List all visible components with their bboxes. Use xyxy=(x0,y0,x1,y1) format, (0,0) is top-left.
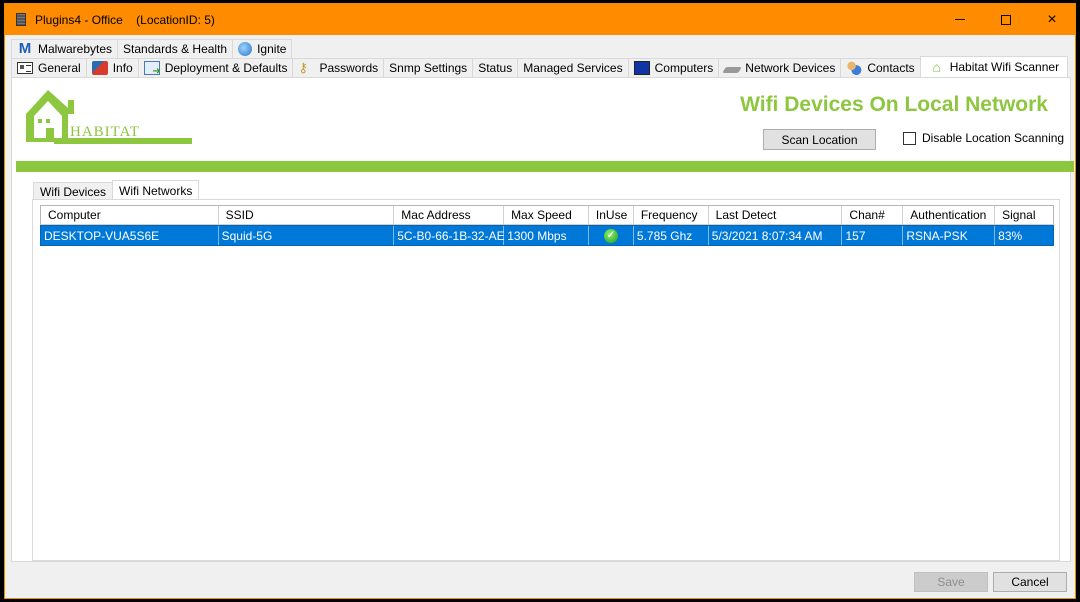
maximize-icon xyxy=(1001,14,1011,25)
tab-malwarebytes[interactable]: M Malwarebytes xyxy=(11,39,119,58)
tab-snmp-settings[interactable]: Snmp Settings xyxy=(383,58,474,77)
column-header-authentication[interactable]: Authentication xyxy=(903,206,996,224)
page-title: Wifi Devices On Local Network xyxy=(740,93,1048,116)
cell-ssid: Squid-5G xyxy=(219,226,395,245)
tab-label: Malwarebytes xyxy=(38,42,113,56)
tab-label: Status xyxy=(478,61,513,75)
tab-info[interactable]: Info xyxy=(85,58,139,77)
in-use-check-icon: ✓ xyxy=(603,228,618,243)
tab-habitat-wifi-scanner[interactable]: ⌂ Habitat Wifi Scanner xyxy=(919,56,1069,77)
tab-label: Computers xyxy=(654,61,714,75)
plugins-window: Plugins4 - Office (LocationID: 5) × M Ma… xyxy=(4,3,1076,599)
column-header-last-detect[interactable]: Last Detect xyxy=(709,206,843,224)
malwarebytes-icon: M xyxy=(18,40,32,57)
close-icon: × xyxy=(1047,10,1057,28)
tab-managed-services[interactable]: Managed Services xyxy=(517,58,629,77)
checkbox-label: Disable Location Scanning xyxy=(922,131,1065,145)
column-header-mac-address[interactable]: Mac Address xyxy=(394,206,505,224)
wifi-networks-panel: Computer SSID Mac Address Max Speed InUs… xyxy=(32,199,1060,561)
info-icon xyxy=(91,61,108,75)
wifi-networks-grid: Computer SSID Mac Address Max Speed InUs… xyxy=(40,205,1054,246)
contacts-icon xyxy=(846,61,863,75)
cell-authentication: RSNA-PSK xyxy=(903,226,996,245)
column-header-inuse[interactable]: InUse xyxy=(589,206,634,224)
tab-label: Standards & Health xyxy=(123,42,228,56)
tab-network-devices[interactable]: Network Devices xyxy=(718,58,842,77)
table-row[interactable]: DESKTOP-VUA5S6E Squid-5G 5C-B0-66-1B-32-… xyxy=(40,225,1054,246)
tab-general[interactable]: General xyxy=(11,58,87,77)
logo-text: HABITAT xyxy=(70,124,140,140)
cell-last-detect: 5/3/2021 8:07:34 AM xyxy=(709,226,843,245)
column-header-frequency[interactable]: Frequency xyxy=(634,206,709,224)
maximize-button[interactable] xyxy=(983,4,1029,35)
cell-mac-address: 5C-B0-66-1B-32-AE xyxy=(394,226,505,245)
minimize-icon xyxy=(955,19,965,20)
tab-label: Info xyxy=(112,61,133,75)
disable-location-scanning[interactable]: Disable Location Scanning xyxy=(903,131,1064,145)
plugin-tabs-row-2: General Info Deployment & Defaults ⚷ Pas… xyxy=(11,56,1069,77)
window-controls: × xyxy=(937,4,1075,35)
cell-frequency: 5.785 Ghz xyxy=(634,226,709,245)
habitat-panel: HABITAT Wifi Devices On Local Network Sc… xyxy=(11,77,1074,562)
tab-passwords[interactable]: ⚷ Passwords xyxy=(292,58,385,77)
tab-label: General xyxy=(38,61,81,75)
tab-status[interactable]: Status xyxy=(472,58,519,77)
tab-computers[interactable]: Computers xyxy=(627,58,720,77)
tab-label: Managed Services xyxy=(523,61,623,75)
tab-label: Deployment & Defaults xyxy=(164,61,288,75)
habitat-logo: HABITAT xyxy=(26,90,192,144)
home-icon: ⌂ xyxy=(932,59,941,75)
column-header-channel[interactable]: Chan# xyxy=(842,206,904,224)
cell-channel: 157 xyxy=(842,226,904,245)
divider-bar xyxy=(16,161,1074,172)
tab-label: Passwords xyxy=(319,61,379,75)
deployment-icon xyxy=(143,61,161,77)
cell-inuse: ✓ xyxy=(589,226,634,245)
cancel-button[interactable]: Cancel xyxy=(993,572,1067,592)
tab-contacts[interactable]: Contacts xyxy=(840,58,921,77)
tab-label: Habitat Wifi Scanner xyxy=(949,60,1060,74)
tab-standards-health[interactable]: Standards & Health xyxy=(117,39,234,58)
close-button[interactable]: × xyxy=(1029,4,1075,35)
minimize-button[interactable] xyxy=(937,4,983,35)
tab-wifi-devices[interactable]: Wifi Devices xyxy=(33,182,114,200)
disable-scanning-checkbox[interactable] xyxy=(903,131,916,145)
passwords-icon: ⚷ xyxy=(298,60,308,75)
window-title: Plugins4 - Office (LocationID: 5) xyxy=(35,12,215,27)
tab-deployment-defaults[interactable]: Deployment & Defaults xyxy=(137,58,294,77)
tab-label: Snmp Settings xyxy=(389,61,468,75)
column-header-signal[interactable]: Signal xyxy=(995,206,1053,224)
plugin-tabs-row-1: M Malwarebytes Standards & Health Ignite xyxy=(11,39,293,58)
tab-label: Network Devices xyxy=(745,61,836,75)
computers-icon xyxy=(633,61,650,75)
column-header-computer[interactable]: Computer xyxy=(41,206,219,224)
general-icon xyxy=(17,62,33,74)
tab-label: Ignite xyxy=(257,42,287,56)
tab-wifi-networks[interactable]: Wifi Networks xyxy=(112,180,200,200)
scan-location-button[interactable]: Scan Location xyxy=(763,129,876,150)
column-header-ssid[interactable]: SSID xyxy=(219,206,395,224)
tab-ignite[interactable]: Ignite xyxy=(232,39,293,58)
cell-max-speed: 1300 Mbps xyxy=(504,226,590,245)
app-icon xyxy=(16,13,26,26)
save-button[interactable]: Save xyxy=(914,572,988,592)
wifi-subtabs: Wifi Devices Wifi Networks xyxy=(33,180,200,200)
cell-signal: 83% xyxy=(998,228,1023,243)
grid-header: Computer SSID Mac Address Max Speed InUs… xyxy=(40,205,1054,225)
column-header-max-speed[interactable]: Max Speed xyxy=(504,206,589,224)
tab-label: Contacts xyxy=(867,61,915,75)
ignite-icon xyxy=(238,42,253,56)
network-devices-icon xyxy=(722,67,743,73)
title-bar: Plugins4 - Office (LocationID: 5) × xyxy=(5,4,1075,35)
cell-computer: DESKTOP-VUA5S6E xyxy=(41,226,219,245)
